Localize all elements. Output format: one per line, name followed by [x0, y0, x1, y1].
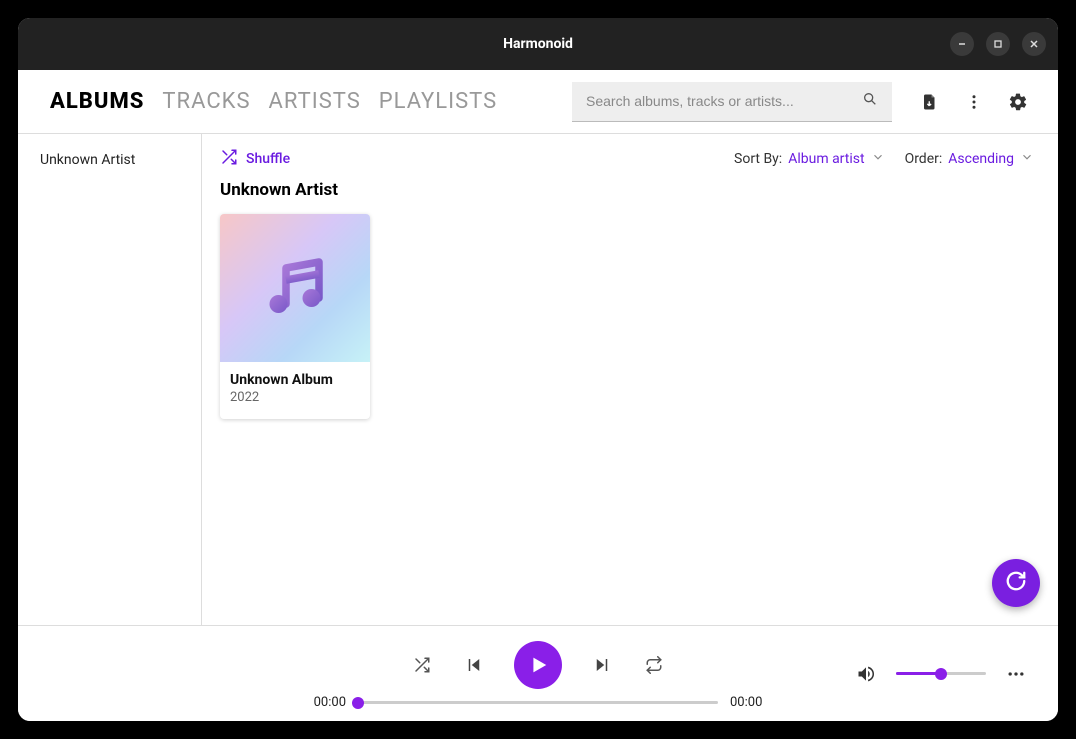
window-title: Harmonoid	[503, 36, 573, 52]
album-art	[220, 214, 370, 362]
shuffle-icon	[220, 148, 238, 170]
volume-thumb[interactable]	[935, 668, 947, 680]
minimize-button[interactable]	[950, 32, 974, 56]
toolbar: ALBUMS TRACKS ARTISTS PLAYLISTS	[18, 70, 1058, 134]
chevron-down-icon	[871, 150, 885, 168]
sort-by-label: Sort By:	[734, 151, 782, 167]
volume-icon[interactable]	[854, 662, 878, 686]
play-button[interactable]	[514, 641, 562, 689]
volume-slider[interactable]	[896, 672, 986, 675]
shuffle-label: Shuffle	[246, 151, 290, 167]
music-note-icon	[259, 250, 331, 326]
search-icon	[862, 91, 878, 111]
import-file-icon[interactable]	[920, 92, 940, 112]
order-value: Ascending	[948, 151, 1014, 167]
tab-albums[interactable]: ALBUMS	[50, 89, 144, 114]
titlebar: Harmonoid	[18, 18, 1058, 70]
time-total: 00:00	[730, 695, 762, 710]
sort-by-dropdown[interactable]: Sort By: Album artist	[734, 150, 885, 168]
settings-icon[interactable]	[1008, 92, 1028, 112]
next-track-button[interactable]	[590, 653, 614, 677]
tab-artists[interactable]: ARTISTS	[269, 89, 361, 114]
maximize-button[interactable]	[986, 32, 1010, 56]
refresh-fab[interactable]	[992, 559, 1040, 607]
more-vertical-icon[interactable]	[964, 92, 984, 112]
progress-slider[interactable]	[358, 701, 718, 704]
search-box[interactable]	[572, 82, 892, 122]
tab-playlists[interactable]: PLAYLISTS	[379, 89, 497, 114]
player-shuffle-button[interactable]	[410, 653, 434, 677]
album-card[interactable]: Unknown Album 2022	[220, 214, 370, 419]
close-button[interactable]	[1022, 32, 1046, 56]
main-content: Shuffle Sort By: Album artist Order: Asc…	[202, 134, 1058, 625]
refresh-icon	[1005, 570, 1027, 596]
tab-tracks[interactable]: TRACKS	[162, 89, 250, 114]
album-year: 2022	[230, 390, 360, 405]
more-horizontal-icon[interactable]	[1004, 662, 1028, 686]
section-title: Unknown Artist	[220, 180, 1034, 200]
order-dropdown[interactable]: Order: Ascending	[905, 150, 1034, 168]
order-label: Order:	[905, 151, 943, 167]
repeat-button[interactable]	[642, 653, 666, 677]
shuffle-button[interactable]: Shuffle	[220, 148, 290, 170]
album-title: Unknown Album	[230, 372, 360, 388]
sidebar: Unknown Artist	[18, 134, 202, 625]
search-input[interactable]	[586, 93, 852, 109]
previous-track-button[interactable]	[462, 653, 486, 677]
sidebar-item-artist[interactable]: Unknown Artist	[40, 152, 201, 168]
progress-thumb[interactable]	[352, 697, 364, 709]
chevron-down-icon	[1020, 150, 1034, 168]
time-elapsed: 00:00	[314, 695, 346, 710]
player-bar: 00:00 00:00	[18, 625, 1058, 721]
sort-by-value: Album artist	[788, 151, 864, 167]
